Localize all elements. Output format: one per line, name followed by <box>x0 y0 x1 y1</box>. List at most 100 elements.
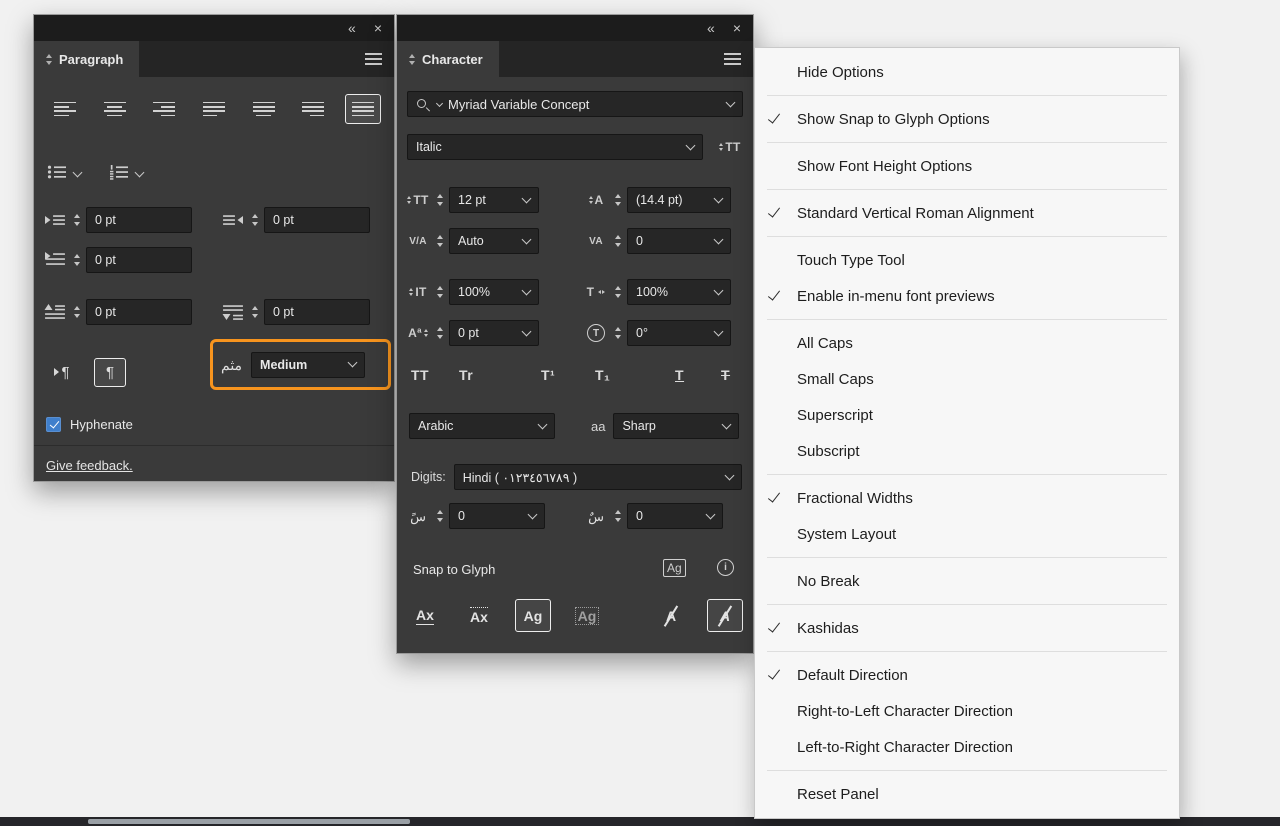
right-indent-stepper[interactable] <box>252 214 258 226</box>
first-line-indent-field[interactable]: 0 pt <box>86 247 192 273</box>
kashida-after-field[interactable]: 0 <box>627 503 723 529</box>
tracking-stepper[interactable] <box>615 235 621 247</box>
menu-item-subscript[interactable]: Subscript <box>755 433 1179 469</box>
character-rotation-group: T 0° <box>583 320 731 346</box>
character-panel-menu-icon[interactable] <box>724 53 741 65</box>
subscript-button[interactable]: T₁ <box>595 367 610 383</box>
menu-item-no-break[interactable]: No Break <box>755 563 1179 599</box>
space-before-field[interactable]: 0 pt <box>86 299 192 325</box>
menu-item-superscript[interactable]: Superscript <box>755 397 1179 433</box>
small-caps-button[interactable]: Tr <box>459 367 473 383</box>
horizontal-scale-stepper[interactable] <box>615 286 621 298</box>
kerning-value: Auto <box>458 234 484 248</box>
collapse-panels-icon[interactable]: « <box>707 21 715 35</box>
first-line-indent-stepper[interactable] <box>74 254 80 266</box>
snap-baseline-button[interactable]: Ax <box>407 599 443 632</box>
kashida-before-field[interactable]: 0 <box>449 503 545 529</box>
rtl-paragraph-direction-button[interactable]: ¶ <box>94 357 126 387</box>
menu-separator <box>767 142 1167 143</box>
close-panel-icon[interactable]: × <box>733 21 741 35</box>
snap-xheight-button[interactable]: Ax <box>461 599 497 632</box>
vertical-scale-dropdown[interactable]: 100% <box>449 279 539 305</box>
space-after-stepper[interactable] <box>252 306 258 318</box>
menu-item-standard-vertical-roman-alignment[interactable]: Standard Vertical Roman Alignment <box>755 195 1179 231</box>
menu-item-small-caps[interactable]: Small Caps <box>755 361 1179 397</box>
anti-aliasing-dropdown[interactable]: Sharp <box>613 413 740 439</box>
character-rotation-stepper[interactable] <box>615 327 621 339</box>
font-style-value: Italic <box>416 140 442 154</box>
left-indent-stepper[interactable] <box>74 214 80 226</box>
leading-dropdown[interactable]: (14.4 pt) <box>627 187 731 213</box>
menu-item-right-to-left-character-direction[interactable]: Right-to-Left Character Direction <box>755 693 1179 729</box>
font-height-options-icon[interactable]: TT <box>717 140 743 154</box>
menu-item-kashidas[interactable]: Kashidas <box>755 610 1179 646</box>
snap-glyph-bounds-alt-button[interactable]: Ag <box>569 599 605 632</box>
menu-item-show-snap-to-glyph-options[interactable]: Show Snap to Glyph Options <box>755 101 1179 137</box>
menu-item-reset-panel[interactable]: Reset Panel <box>755 776 1179 812</box>
snap-angle-guides-button[interactable]: A <box>653 599 689 632</box>
align-left-button[interactable] <box>47 94 83 124</box>
menu-item-touch-type-tool[interactable]: Touch Type Tool <box>755 242 1179 278</box>
menu-item-default-direction[interactable]: Default Direction <box>755 657 1179 693</box>
menu-item-show-font-height-options[interactable]: Show Font Height Options <box>755 148 1179 184</box>
all-caps-button[interactable]: TT <box>411 367 429 383</box>
give-feedback-link[interactable]: Give feedback. <box>46 458 133 473</box>
numbered-list-button[interactable] <box>109 164 145 185</box>
tab-paragraph[interactable]: Paragraph <box>34 41 140 77</box>
kashida-before-stepper[interactable] <box>437 510 443 522</box>
collapse-panels-icon[interactable]: « <box>348 21 356 35</box>
kerning-dropdown[interactable]: Auto <box>449 228 539 254</box>
underline-button[interactable]: T <box>675 367 684 383</box>
snap-italic-angle-button[interactable]: A <box>707 599 743 632</box>
space-before-stepper[interactable] <box>74 306 80 318</box>
justify-last-right-button[interactable] <box>295 94 331 124</box>
font-size-dropdown[interactable]: 12 pt <box>449 187 539 213</box>
space-before-group: 0 pt <box>42 299 192 325</box>
leading-value: (14.4 pt) <box>636 193 683 207</box>
left-indent-field[interactable]: 0 pt <box>86 207 192 233</box>
menu-item-left-to-right-character-direction[interactable]: Left-to-Right Character Direction <box>755 729 1179 765</box>
menu-item-system-layout[interactable]: System Layout <box>755 516 1179 552</box>
font-family-dropdown[interactable]: Myriad Variable Concept <box>407 91 743 117</box>
info-icon[interactable]: i <box>717 559 734 576</box>
character-rotation-dropdown[interactable]: 0° <box>627 320 731 346</box>
menu-item-all-caps[interactable]: All Caps <box>755 325 1179 361</box>
digits-dropdown[interactable]: Hindi ( ٠١٢٣٤٥٦٧٨٩ ) <box>453 464 742 490</box>
tracking-dropdown[interactable]: 0 <box>627 228 731 254</box>
space-after-field[interactable]: 0 pt <box>264 299 370 325</box>
baseline-shift-dropdown[interactable]: 0 pt <box>449 320 539 346</box>
justify-last-center-button[interactable] <box>246 94 282 124</box>
font-size-stepper[interactable] <box>437 194 443 206</box>
justification-dropdown[interactable]: Medium <box>251 351 366 378</box>
menu-item-hide-options[interactable]: Hide Options <box>755 54 1179 90</box>
tab-character[interactable]: Character <box>397 41 499 77</box>
close-panel-icon[interactable]: × <box>374 21 382 35</box>
align-right-button[interactable] <box>146 94 182 124</box>
ltr-paragraph-direction-button[interactable]: ¶ <box>46 358 78 387</box>
bullet-list-button[interactable] <box>47 164 83 185</box>
align-center-button[interactable] <box>97 94 133 124</box>
strikethrough-button[interactable]: T <box>721 367 730 383</box>
font-style-dropdown[interactable]: Italic <box>407 134 703 160</box>
snap-glyph-bounds-button[interactable]: Ag <box>515 599 551 632</box>
superscript-button[interactable]: T¹ <box>541 367 555 383</box>
menu-item-enable-in-menu-font-previews[interactable]: Enable in-menu font previews <box>755 278 1179 314</box>
check-spacer <box>755 361 793 397</box>
leading-stepper[interactable] <box>615 194 621 206</box>
justify-all-button[interactable] <box>344 94 381 124</box>
hyphenate-checkbox[interactable] <box>46 416 61 432</box>
paragraph-panel-menu-icon[interactable] <box>365 53 382 65</box>
digits-label: Digits: <box>411 470 446 484</box>
first-line-indent-icon <box>42 252 68 268</box>
kerning-stepper[interactable] <box>437 235 443 247</box>
vertical-scale-stepper[interactable] <box>437 286 443 298</box>
horizontal-scale-dropdown[interactable]: 100% <box>627 279 731 305</box>
baseline-shift-stepper[interactable] <box>437 327 443 339</box>
justify-last-left-button[interactable] <box>196 94 232 124</box>
right-indent-field[interactable]: 0 pt <box>264 207 370 233</box>
check-icon <box>755 657 793 693</box>
menu-item-fractional-widths[interactable]: Fractional Widths <box>755 480 1179 516</box>
menu-separator <box>767 651 1167 652</box>
language-dropdown[interactable]: Arabic <box>409 413 555 439</box>
kashida-after-stepper[interactable] <box>615 510 621 522</box>
